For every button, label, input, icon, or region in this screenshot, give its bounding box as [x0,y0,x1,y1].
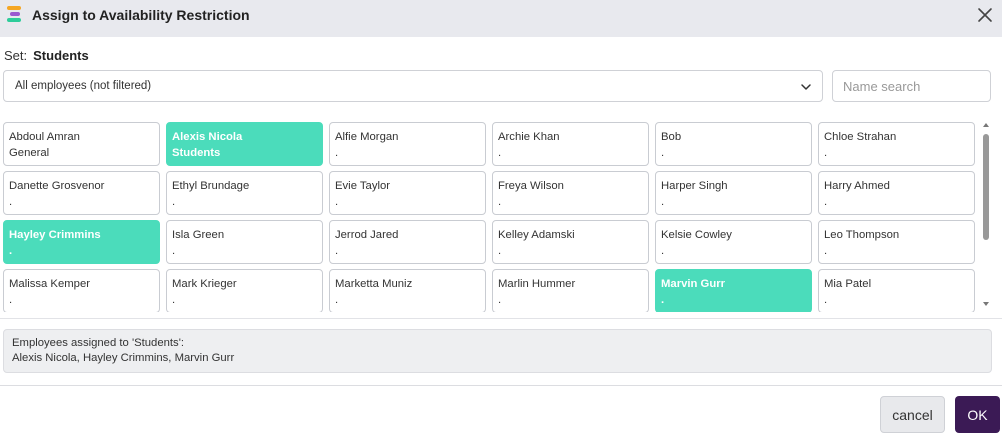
employee-name: Marketta Muniz [335,278,413,290]
set-label: Set: [4,48,28,63]
employee-card[interactable]: Malissa Kemper. [3,269,160,312]
employee-card[interactable]: Chloe Strahan. [818,122,975,166]
employee-card[interactable]: Danette Grosvenor. [3,171,160,215]
employee-group: . [661,196,665,208]
employee-name: Abdoul Amran [9,131,80,143]
employee-group: . [661,147,665,159]
employee-group: . [172,196,176,208]
employee-name: Kelley Adamski [498,229,575,241]
close-button[interactable] [974,4,996,26]
employee-card[interactable]: Bob. [655,122,812,166]
employee-group: . [498,196,502,208]
footer-divider [0,385,1002,386]
divider [0,318,1002,319]
employee-card[interactable]: Kelley Adamski. [492,220,649,264]
employee-group: . [824,196,828,208]
employee-name: Harper Singh [661,180,728,192]
employee-group: . [335,245,339,257]
employee-card[interactable]: Marketta Muniz. [329,269,486,312]
dialog-titlebar: Assign to Availability Restriction [0,0,1002,37]
employee-name: Malissa Kemper [9,278,90,290]
employee-group: . [172,245,176,257]
employee-name: Evie Taylor [335,180,391,192]
employee-card[interactable]: Marvin Gurr. [655,269,812,312]
employee-card[interactable]: Alexis Nicola Students [166,122,323,166]
app-logo-icon [7,6,23,24]
employee-name: Kelsie Cowley [661,229,732,241]
employee-card[interactable]: Archie Khan. [492,122,649,166]
dialog-title: Assign to Availability Restriction [32,7,250,23]
employee-card[interactable]: Kelsie Cowley. [655,220,812,264]
employee-group: . [824,147,828,159]
employee-name: Freya Wilson [498,180,564,192]
employee-card[interactable]: Abdoul Amran General [3,122,160,166]
assigned-summary: Employees assigned to 'Students': Alexis… [3,329,992,373]
employee-grid-viewport: Abdoul Amran General Alexis Nicola Students… [0,119,980,312]
employee-group: . [9,245,13,257]
employee-card[interactable]: Harry Ahmed. [818,171,975,215]
scroll-up-arrow-icon[interactable] [983,123,989,127]
employee-card[interactable]: Marlin Hummer. [492,269,649,312]
employee-card[interactable]: Hayley Crimmins. [3,220,160,264]
summary-heading: Employees assigned to 'Students': [12,337,184,349]
filter-selected-value: All employees (not filtered) [15,80,152,92]
employee-group: . [9,196,13,208]
employee-name: Ethyl Brundage [172,180,250,192]
employee-name: Marlin Hummer [498,278,576,290]
employee-card[interactable]: Mia Patel. [818,269,975,312]
employee-name: Jerrod Jared [335,229,399,241]
employee-group: . [335,147,339,159]
employee-name: Hayley Crimmins [9,229,101,241]
summary-names: Alexis Nicola, Hayley Crimmins, Marvin G… [12,352,235,364]
employee-group: Students [172,147,221,159]
employee-grid: Abdoul Amran General Alexis Nicola Students… [3,122,975,312]
grid-scrollbar[interactable] [981,122,991,312]
employee-name: Archie Khan [498,131,560,143]
employee-card[interactable]: Mark Krieger. [166,269,323,312]
employee-name: Bob [661,131,682,143]
employee-card[interactable]: Jerrod Jared. [329,220,486,264]
employee-card[interactable]: Leo Thompson. [818,220,975,264]
employee-group: . [661,245,665,257]
employee-name: Leo Thompson [824,229,900,241]
employee-card[interactable]: Freya Wilson. [492,171,649,215]
employee-name: Harry Ahmed [824,180,890,192]
employee-group: . [335,196,339,208]
ok-button[interactable]: OK [955,396,1000,433]
employee-name: Alfie Morgan [335,131,399,143]
employee-group: . [824,245,828,257]
employee-filter-dropdown[interactable]: All employees (not filtered) [3,70,823,102]
employee-card[interactable]: Evie Taylor. [329,171,486,215]
employee-group: . [498,294,502,306]
close-icon [978,8,992,22]
employee-group: . [498,147,502,159]
employee-group: . [661,294,665,306]
set-name: Students [33,48,89,63]
employee-group: . [824,294,828,306]
employee-card[interactable]: Isla Green. [166,220,323,264]
employee-group: . [172,294,176,306]
employee-name: Mia Patel [824,278,872,290]
employee-group: . [498,245,502,257]
employee-card[interactable]: Harper Singh. [655,171,812,215]
chevron-down-icon [801,84,811,90]
scroll-thumb[interactable] [983,134,989,240]
employee-group: . [335,294,339,306]
employee-name: Alexis Nicola [172,131,243,143]
employee-card[interactable]: Ethyl Brundage. [166,171,323,215]
employee-name: Marvin Gurr [661,278,726,290]
employee-name: Mark Krieger [172,278,237,290]
employee-name: Danette Grosvenor [9,180,105,192]
employee-name: Isla Green [172,229,225,241]
employee-card[interactable]: Alfie Morgan. [329,122,486,166]
scroll-down-arrow-icon[interactable] [983,302,989,306]
set-line: Set: Students [4,48,89,63]
name-search-input[interactable] [832,70,991,102]
employee-group: General [9,147,50,159]
cancel-button[interactable]: cancel [880,396,945,433]
employee-group: . [9,294,13,306]
employee-name: Chloe Strahan [824,131,897,143]
